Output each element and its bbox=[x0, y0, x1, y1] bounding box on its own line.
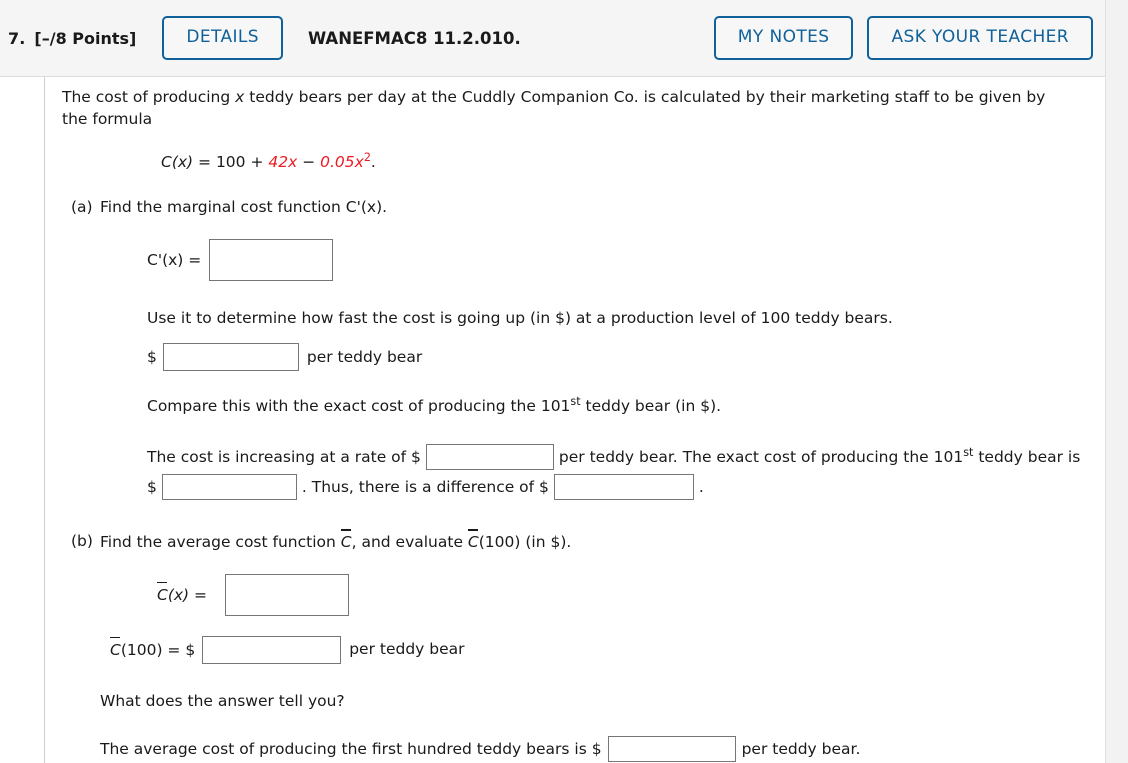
formula-linear-term: 42x bbox=[268, 152, 298, 171]
marginal-cost-input[interactable] bbox=[209, 238, 334, 281]
summary-input[interactable] bbox=[607, 736, 736, 763]
average-cost-answer-row: C(x) = bbox=[100, 573, 1105, 616]
average-cost-eval-label-rest: (100) = $ bbox=[120, 640, 196, 659]
formula-lhs: C(x) bbox=[161, 152, 194, 171]
comparison-text-4: . Thus, there is a difference of $ bbox=[301, 478, 549, 497]
average-cost-eval-unit: per teddy bear bbox=[349, 640, 465, 659]
rate-input[interactable] bbox=[162, 343, 299, 372]
part-b-prompt-mid: , and evaluate bbox=[351, 533, 468, 552]
intro-paragraph: The cost of producing x teddy bears per … bbox=[62, 86, 1075, 131]
details-button[interactable]: DETAILS bbox=[162, 16, 283, 60]
ask-your-teacher-button[interactable]: ASK YOUR TEACHER bbox=[867, 16, 1093, 60]
rate-answer-row: $ per teddy bear bbox=[100, 343, 1105, 372]
rate-dollar-sign: $ bbox=[147, 348, 157, 367]
comparison-ordinal-suffix: st bbox=[963, 445, 974, 459]
c-bar-symbol-1: C bbox=[340, 529, 352, 553]
compare-prompt: Compare this with the exact cost of prod… bbox=[100, 395, 1105, 417]
question-number: 7. bbox=[8, 28, 26, 48]
part-b: (b) Find the average cost function C, an… bbox=[62, 529, 1105, 763]
part-a: (a) Find the marginal cost function C'(x… bbox=[62, 196, 1105, 502]
part-b-label: (b) bbox=[71, 532, 93, 551]
c-bar-symbol-4: C bbox=[110, 636, 121, 661]
difference-input[interactable] bbox=[553, 474, 694, 501]
summary-prefix: The average cost of producing the first … bbox=[100, 739, 602, 758]
average-cost-eval-label: C(100) = $ bbox=[110, 636, 196, 661]
part-b-prompt-pre: Find the average cost function bbox=[100, 533, 341, 552]
comparison-text-1: The cost is increasing at a rate of $ bbox=[147, 447, 421, 466]
assignment-code: WANEFMAC8 11.2.010. bbox=[307, 28, 521, 48]
compare-prompt-prefix: Compare this with the exact cost of prod… bbox=[147, 397, 571, 416]
formula-period: . bbox=[370, 152, 376, 171]
compare-prompt-suffix: teddy bear (in $). bbox=[580, 397, 722, 416]
rate-prompt: Use it to determine how fast the cost is… bbox=[147, 308, 893, 327]
reflection-question: What does the answer tell you? bbox=[100, 691, 345, 710]
intro-variable-x: x bbox=[235, 88, 245, 106]
formula-exponent: 2 bbox=[363, 150, 371, 164]
part-b-prompt-post: (100) (in $). bbox=[478, 533, 572, 552]
formula-plus: + bbox=[245, 152, 269, 171]
formula-minus: − bbox=[297, 152, 321, 171]
marginal-cost-label: C'(x) = bbox=[147, 250, 202, 269]
compare-ordinal-suffix: st bbox=[570, 395, 581, 409]
formula-quadratic-coefficient: 0.05x bbox=[320, 152, 364, 171]
my-notes-button[interactable]: MY NOTES bbox=[713, 16, 854, 60]
rate-unit-label: per teddy bear bbox=[306, 348, 423, 367]
average-cost-input[interactable] bbox=[225, 573, 350, 616]
cost-formula: C(x) = 100 + 42x − 0.05x2. bbox=[62, 151, 1105, 173]
comparison-text-3: teddy bear is bbox=[973, 447, 1081, 466]
increase-rate-input[interactable] bbox=[425, 443, 554, 470]
points-badge: [–/8 Points] bbox=[34, 28, 137, 48]
marginal-cost-answer-row: C'(x) = bbox=[100, 238, 1105, 281]
summary-row: The average cost of producing the first … bbox=[100, 736, 1105, 763]
part-a-label: (a) bbox=[71, 198, 93, 217]
comparison-text-5: . bbox=[698, 478, 704, 497]
summary-suffix: per teddy bear. bbox=[741, 739, 861, 758]
question-header: 7. [–/8 Points] DETAILS WANEFMAC8 11.2.0… bbox=[0, 0, 1105, 77]
question-page: 7. [–/8 Points] DETAILS WANEFMAC8 11.2.0… bbox=[0, 0, 1105, 763]
c-bar-symbol-2: C bbox=[467, 529, 479, 553]
header-actions: MY NOTES ASK YOUR TEACHER bbox=[713, 16, 1105, 60]
comparison-sentence: The cost is increasing at a rate of $ per… bbox=[100, 442, 1105, 502]
part-b-prompt: Find the average cost function C, and ev… bbox=[100, 529, 1105, 553]
comparison-dollar-sign: $ bbox=[147, 478, 157, 497]
average-cost-eval-input[interactable] bbox=[202, 635, 342, 664]
comparison-text-2: per teddy bear. The exact cost of produc… bbox=[558, 447, 964, 466]
part-a-prompt: Find the marginal cost function C'(x). bbox=[100, 198, 388, 217]
average-cost-eval-row: C(100) = $ per teddy bear bbox=[100, 635, 1105, 664]
average-cost-label: C(x) = bbox=[157, 581, 208, 606]
average-cost-label-rest: (x) = bbox=[167, 585, 208, 604]
page-scrollbar-gutter[interactable] bbox=[1105, 0, 1128, 763]
question-body: The cost of producing x teddy bears per … bbox=[44, 77, 1105, 763]
formula-constant: 100 bbox=[215, 152, 246, 171]
c-bar-symbol-3: C bbox=[157, 581, 168, 606]
formula-equals: = bbox=[193, 152, 216, 171]
exact-cost-input[interactable] bbox=[161, 474, 297, 501]
intro-text-1: The cost of producing bbox=[62, 88, 236, 106]
